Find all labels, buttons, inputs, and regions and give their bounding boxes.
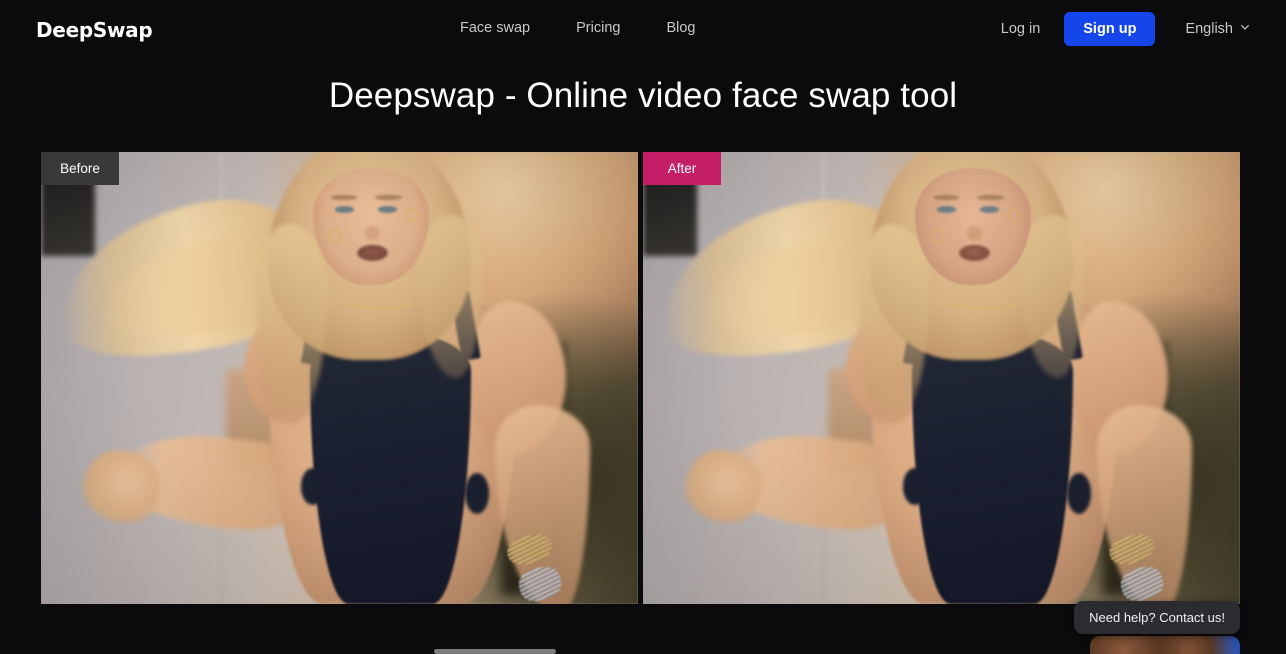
nav-item-face-swap[interactable]: Face swap [460, 20, 530, 36]
signup-button[interactable]: Sign up [1064, 12, 1156, 46]
before-photo [41, 152, 638, 604]
site-header: DeepSwap Face swap Pricing Blog Log in S… [0, 0, 1286, 59]
before-badge: Before [41, 152, 119, 185]
nav-item-blog[interactable]: Blog [666, 20, 695, 36]
header-actions: Log in Sign up English [991, 12, 1250, 46]
before-pane[interactable]: Before [41, 152, 638, 604]
horizontal-scrollbar[interactable] [434, 649, 556, 654]
after-photo [643, 152, 1240, 604]
before-after-comparison: Before After [41, 152, 1245, 604]
nav-item-pricing[interactable]: Pricing [576, 20, 620, 36]
site-logo[interactable]: DeepSwap [36, 18, 153, 42]
after-badge: After [643, 152, 721, 185]
login-button[interactable]: Log in [991, 13, 1051, 45]
chevron-down-icon [1240, 22, 1250, 32]
support-avatar[interactable] [1090, 636, 1240, 654]
primary-nav: Face swap Pricing Blog [460, 20, 695, 36]
language-label: English [1185, 21, 1233, 37]
language-selector[interactable]: English [1185, 21, 1250, 37]
after-pane[interactable]: After [643, 152, 1240, 604]
contact-support-bubble[interactable]: Need help? Contact us! [1074, 601, 1240, 634]
page-title: Deepswap - Online video face swap tool [328, 76, 958, 115]
